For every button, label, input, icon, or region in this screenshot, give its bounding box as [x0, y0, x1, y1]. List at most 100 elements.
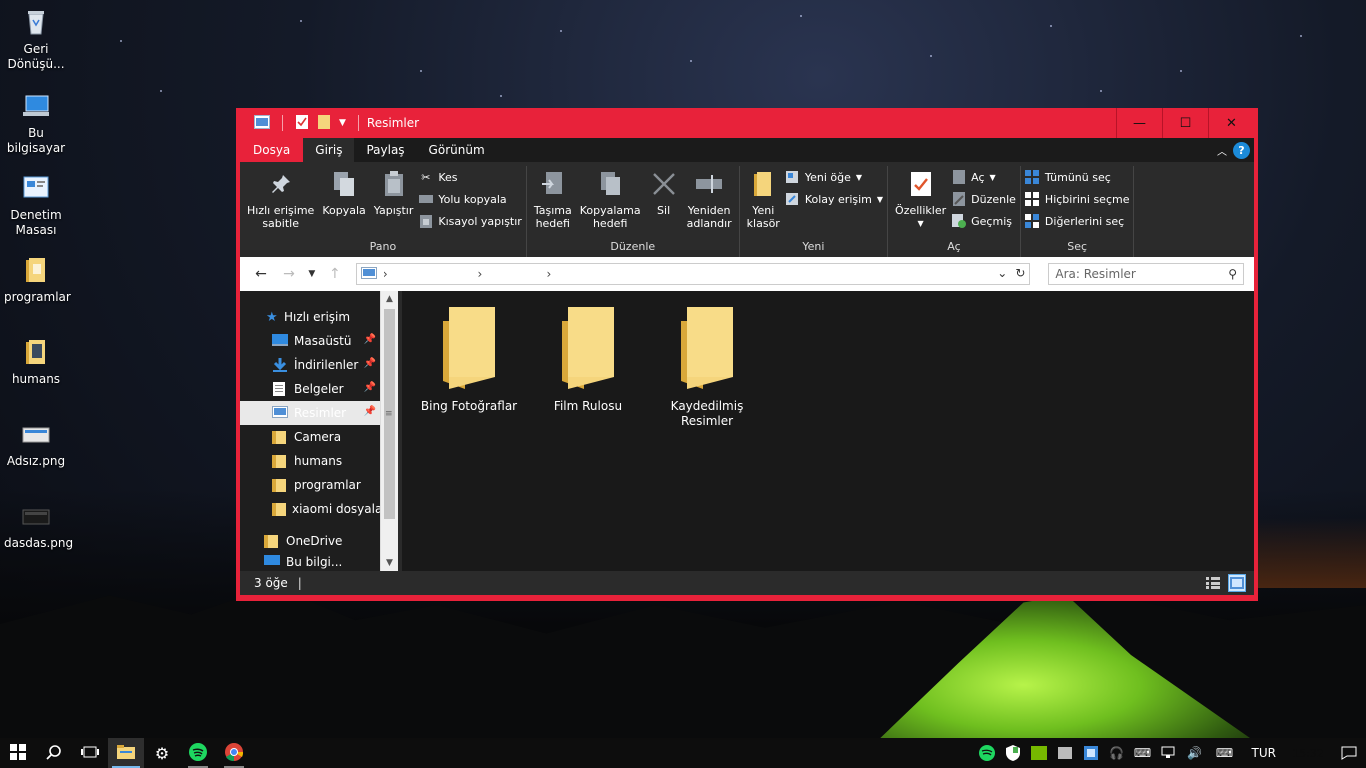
minimize-button[interactable]: — [1116, 108, 1162, 138]
language-indicator[interactable]: TUR [1244, 746, 1284, 760]
large-icons-view-icon[interactable] [1228, 574, 1246, 592]
taskbar-settings[interactable]: ⚙ [144, 738, 180, 768]
tab-gorunum[interactable]: Görünüm [417, 138, 497, 162]
search-box[interactable]: ⚲ [1048, 263, 1244, 285]
folder-kaydedilmis-resimler[interactable]: Kaydedilmiş Resimler [648, 307, 766, 429]
maximize-button[interactable]: ☐ [1162, 108, 1208, 138]
folder-bing-fotograflar[interactable]: Bing Fotoğraflar [410, 307, 528, 414]
desktop-icon-control-panel[interactable]: Denetim Masası [4, 172, 68, 238]
tray-keyboard-icon[interactable]: ⌨ [1210, 738, 1240, 768]
pin-icon[interactable]: 📌 [364, 382, 376, 393]
pin-icon[interactable]: 📌 [364, 406, 376, 417]
desktop-icon-recycle-bin[interactable]: Geri Dönüşü... [4, 6, 68, 72]
pin-icon[interactable]: 📌 [364, 334, 376, 345]
nav-scrollbar[interactable]: ▲ ≡ ▼ [380, 291, 398, 571]
search-input[interactable] [1055, 267, 1216, 281]
nav-item-humans[interactable]: humans [240, 449, 380, 473]
address-dropdown-icon[interactable]: ⌄ [997, 266, 1007, 280]
move-to-button[interactable]: Taşıma hedefi [531, 166, 575, 240]
recent-locations-button[interactable]: ▼ [306, 269, 318, 279]
properties-quick-icon[interactable] [295, 114, 309, 133]
easy-access-button[interactable]: Kolay erişim ▼ [785, 191, 883, 207]
properties-button[interactable]: Özellikler ▼ [892, 166, 949, 240]
tab-dosya[interactable]: Dosya [240, 138, 304, 162]
taskbar-chrome[interactable] [216, 738, 252, 768]
taskbar-spotify[interactable] [180, 738, 216, 768]
clock[interactable]: 15:32 [1288, 747, 1328, 760]
cut-button[interactable]: ✂ Kes [418, 169, 521, 185]
title-bar[interactable]: ▼ Resimler — ☐ ✕ [240, 108, 1254, 138]
taskbar-file-explorer[interactable] [108, 738, 144, 768]
desktop-icon-dasdas-png[interactable]: dasdas.png [4, 500, 73, 551]
new-item-button[interactable]: Yeni öğe ▼ [785, 169, 883, 185]
history-button[interactable]: Geçmiş [951, 213, 1016, 229]
search-button[interactable] [36, 738, 72, 768]
scroll-down-icon[interactable]: ▼ [381, 555, 398, 571]
paste-shortcut-button[interactable]: Kısayol yapıştır [418, 213, 522, 229]
scroll-up-icon[interactable]: ▲ [381, 291, 398, 307]
nav-item-xiaomi-dosyalar[interactable]: xiaomi dosyalar [240, 497, 380, 521]
select-all-button[interactable]: Tümünü seç [1025, 169, 1130, 185]
close-button[interactable]: ✕ [1208, 108, 1254, 138]
desktop-icon-adsiz-png[interactable]: Adsız.png [4, 418, 68, 469]
tray-spotify-icon[interactable] [976, 738, 998, 768]
tray-nvidia-icon[interactable] [1028, 738, 1050, 768]
nav-item-belgeler[interactable]: Belgeler 📌 [240, 377, 380, 401]
desktop-icon-label: Adsız.png [6, 454, 66, 468]
help-icon[interactable]: ? [1233, 141, 1250, 159]
up-button[interactable]: ↑ [324, 266, 346, 282]
desktop-icon-this-pc[interactable]: Bu bilgisayar [4, 90, 68, 156]
rename-button[interactable]: Yeniden adlandır [684, 166, 735, 240]
desktop-icon-programlar[interactable]: programlar [4, 254, 71, 305]
refresh-icon[interactable]: ↻ [1015, 266, 1025, 280]
nav-item-programlar[interactable]: programlar [240, 473, 380, 497]
nav-onedrive[interactable]: OneDrive [240, 529, 380, 553]
tray-device-icon[interactable] [1054, 738, 1076, 768]
new-folder-button[interactable]: Yeni klasör [744, 166, 783, 240]
pin-quick-access-button[interactable]: Hızlı erişime sabitle [244, 166, 317, 240]
nav-item-masaustu[interactable]: Masaüstü 📌 [240, 329, 380, 353]
forward-button[interactable]: → [278, 266, 300, 282]
tray-app-icon[interactable] [1080, 738, 1102, 768]
new-folder-quick-icon[interactable] [317, 114, 331, 133]
paste-shortcut-label: Kısayol yapıştır [438, 214, 522, 228]
nav-item-resimler[interactable]: Resimler 📌 [240, 401, 380, 425]
tray-network-icon[interactable] [1158, 738, 1180, 768]
tray-input-icon[interactable]: ⌨ [1132, 738, 1154, 768]
copy-path-button[interactable]: Yolu kopyala [418, 191, 521, 207]
tray-security-icon[interactable] [1002, 738, 1024, 768]
details-view-icon[interactable] [1204, 574, 1222, 592]
back-button[interactable]: ← [250, 266, 272, 282]
address-bar[interactable]: › Bu bilgisayar › Resimler › ⌄ ↻ [355, 263, 1031, 285]
dropdown-icon: ▼ [989, 172, 996, 182]
delete-button[interactable]: Sil [646, 166, 682, 240]
download-icon [272, 358, 288, 372]
tray-volume-icon[interactable]: 🔊 [1184, 738, 1206, 768]
breadcrumb-this-pc[interactable]: Bu bilgisayar [394, 267, 472, 281]
open-button[interactable]: Aç ▼ [951, 169, 1016, 185]
action-center-icon[interactable] [1332, 738, 1366, 768]
tray-headset-icon[interactable]: 🎧 [1106, 738, 1128, 768]
nav-quick-access[interactable]: ★ Hızlı erişim [240, 305, 380, 329]
folder-icon [272, 430, 288, 444]
edit-button[interactable]: Düzenle [951, 191, 1016, 207]
tab-giris[interactable]: Giriş [303, 138, 355, 162]
breadcrumb-pictures[interactable]: Resimler [488, 267, 540, 281]
select-none-button[interactable]: Hiçbirini seçme [1025, 191, 1129, 207]
tab-paylas[interactable]: Paylaş [354, 138, 416, 162]
customize-quick-access-icon[interactable]: ▼ [339, 118, 346, 128]
spotify-icon [189, 742, 207, 764]
desktop-icon-humans[interactable]: humans [4, 336, 68, 387]
nav-this-pc[interactable]: Bu bilgi... [240, 555, 380, 569]
nav-item-camera[interactable]: Camera [240, 425, 380, 449]
start-button[interactable] [0, 738, 36, 768]
copy-button[interactable]: Kopyala [319, 166, 368, 240]
folder-film-rulosu[interactable]: Film Rulosu [529, 307, 647, 414]
copy-to-button[interactable]: Kopyalama hedefi [577, 166, 644, 240]
paste-button[interactable]: Yapıştır [371, 166, 417, 240]
pin-icon[interactable]: 📌 [364, 358, 376, 369]
invert-selection-button[interactable]: Diğerlerini seç [1025, 213, 1130, 229]
collapse-ribbon-icon[interactable]: ︿ [1217, 143, 1227, 158]
nav-item-indirilenler[interactable]: İndirilenler 📌 [240, 353, 380, 377]
task-view-button[interactable] [72, 738, 108, 768]
